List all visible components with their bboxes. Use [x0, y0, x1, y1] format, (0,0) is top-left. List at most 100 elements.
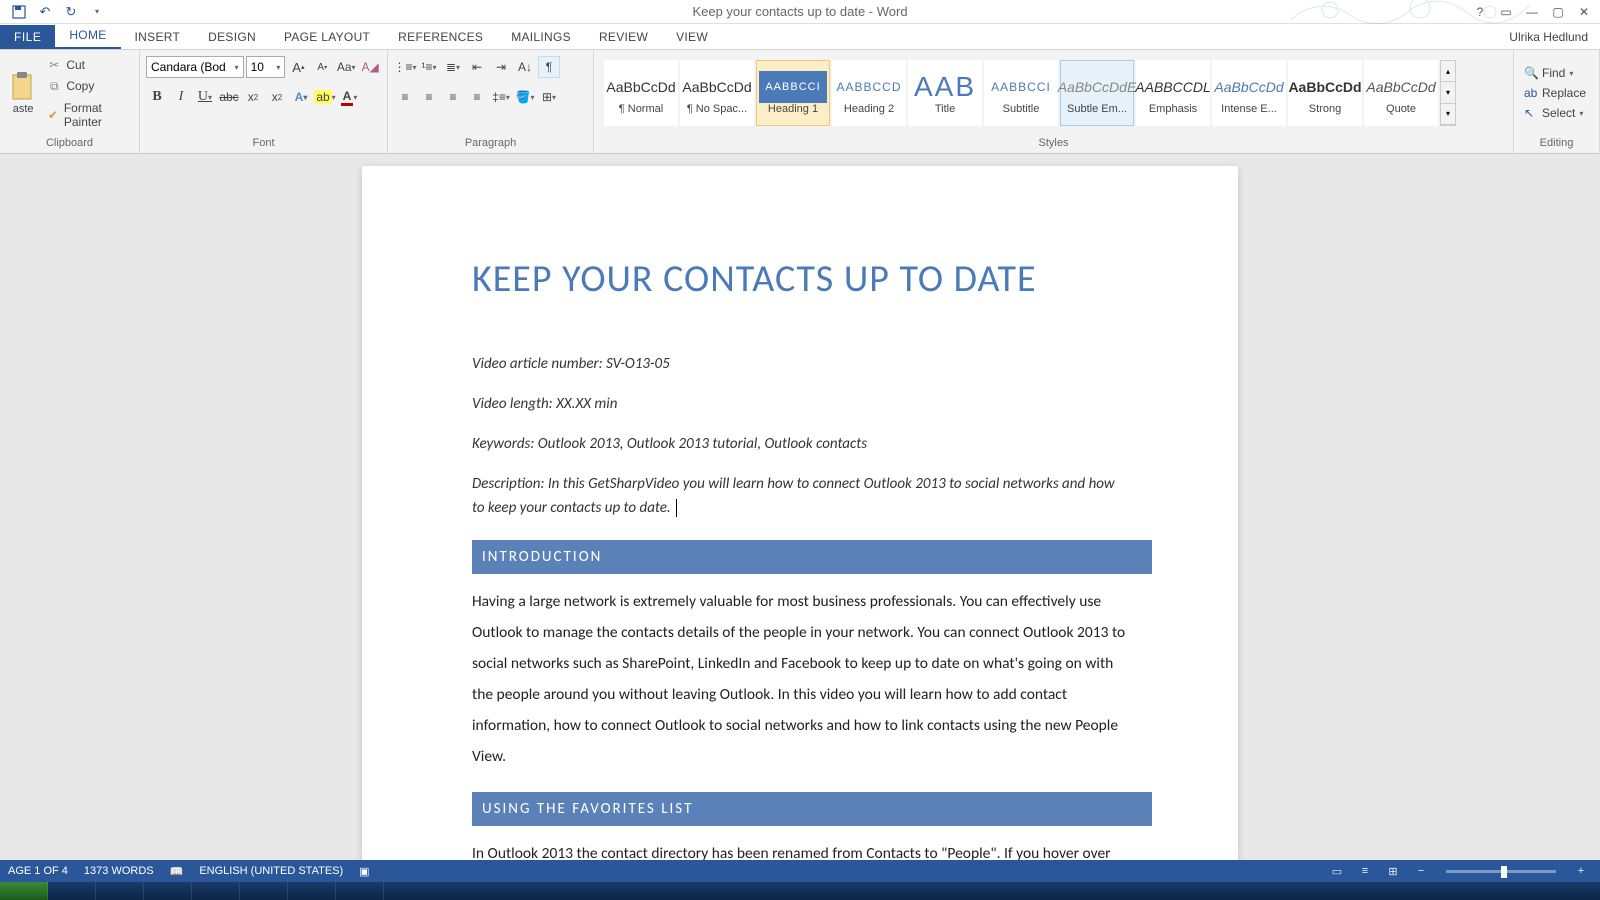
language-indicator[interactable]: ENGLISH (UNITED STATES) — [199, 865, 343, 877]
clear-formatting-button[interactable]: A◢ — [359, 56, 381, 78]
taskbar-app[interactable] — [192, 882, 240, 900]
select-button[interactable]: ↖Select▾ — [1520, 104, 1593, 122]
group-font: Candara (Bod▾ 10▾ A▴ A▾ Aa▾ A◢ B I U▾ ab… — [140, 50, 388, 153]
help-icon[interactable]: ? — [1468, 3, 1492, 21]
print-layout-icon[interactable]: ≡ — [1354, 862, 1376, 880]
underline-button[interactable]: U▾ — [194, 86, 216, 108]
macro-icon[interactable]: ▣ — [359, 865, 369, 878]
shrink-font-button[interactable]: A▾ — [311, 56, 333, 78]
text-effects-button[interactable]: A▾ — [290, 86, 312, 108]
paste-label: aste — [13, 103, 34, 115]
cut-button[interactable]: ✂Cut — [44, 56, 133, 74]
maximize-icon[interactable]: ▢ — [1546, 3, 1570, 21]
italic-button[interactable]: I — [170, 86, 192, 108]
paste-button[interactable]: aste — [6, 54, 40, 132]
tab-review[interactable]: REVIEW — [585, 25, 662, 49]
increase-indent-button[interactable]: ⇥ — [490, 56, 512, 78]
style-heading-2[interactable]: AABBCCDHeading 2 — [832, 60, 906, 126]
zoom-in-button[interactable]: + — [1570, 862, 1592, 880]
document-page[interactable]: KEEP YOUR CONTACTS UP TO DATE Video arti… — [362, 166, 1238, 876]
find-button[interactable]: 🔍Find▾ — [1520, 64, 1593, 82]
align-right-button[interactable]: ≡ — [442, 86, 464, 108]
taskbar-app[interactable] — [48, 882, 96, 900]
shading-button[interactable]: 🪣▾ — [514, 86, 536, 108]
style-strong[interactable]: AaBbCcDdStrong — [1288, 60, 1362, 126]
bullets-button[interactable]: ⋮≡▾ — [394, 56, 416, 78]
close-icon[interactable]: ✕ — [1572, 3, 1596, 21]
taskbar-app[interactable] — [240, 882, 288, 900]
style-heading-1[interactable]: AABBCCIHeading 1 — [756, 60, 830, 126]
show-marks-button[interactable]: ¶ — [538, 56, 560, 78]
taskbar-app[interactable] — [288, 882, 336, 900]
zoom-slider[interactable] — [1446, 870, 1556, 873]
zoom-thumb[interactable] — [1501, 866, 1507, 878]
meta-description: Description: In this GetSharpVideo you w… — [472, 472, 1128, 520]
numbering-button[interactable]: ¹≡▾ — [418, 56, 440, 78]
styles-up-icon[interactable]: ▴ — [1441, 61, 1455, 82]
style--no-spac-[interactable]: AaBbCcDd¶ No Spac... — [680, 60, 754, 126]
styles-down-icon[interactable]: ▾ — [1441, 82, 1455, 103]
justify-button[interactable]: ≡ — [466, 86, 488, 108]
document-area[interactable]: KEEP YOUR CONTACTS UP TO DATE Video arti… — [0, 154, 1600, 876]
sort-button[interactable]: A↓ — [514, 56, 536, 78]
style--normal[interactable]: AaBbCcDd¶ Normal — [604, 60, 678, 126]
format-painter-button[interactable]: ✔Format Painter — [44, 99, 133, 131]
change-case-button[interactable]: Aa▾ — [335, 56, 357, 78]
minimize-icon[interactable]: — — [1520, 3, 1544, 21]
line-spacing-button[interactable]: ‡≡▾ — [490, 86, 512, 108]
style-intense-e-[interactable]: AaBbCcDdIntense E... — [1212, 60, 1286, 126]
align-left-button[interactable]: ≡ — [394, 86, 416, 108]
highlight-button[interactable]: ab▾ — [314, 86, 336, 108]
subscript-button[interactable]: x2 — [242, 86, 264, 108]
taskbar-app[interactable] — [96, 882, 144, 900]
format-painter-icon: ✔ — [46, 108, 60, 122]
style-subtle-em-[interactable]: AaBbCcDdESubtle Em... — [1060, 60, 1134, 126]
style-title[interactable]: AABTitle — [908, 60, 982, 126]
start-button[interactable] — [0, 882, 48, 900]
meta-keywords: Keywords: Outlook 2013, Outlook 2013 tut… — [472, 432, 1128, 456]
tab-mailings[interactable]: MAILINGS — [497, 25, 585, 49]
qat-more-icon[interactable]: ▾ — [86, 2, 108, 22]
web-layout-icon[interactable]: ⊞ — [1382, 862, 1404, 880]
style-preview: AABBCCI — [991, 71, 1051, 103]
tab-file[interactable]: FILE — [0, 25, 55, 49]
taskbar-app[interactable] — [144, 882, 192, 900]
page-indicator[interactable]: AGE 1 OF 4 — [8, 865, 68, 877]
style-quote[interactable]: AaBbCcDdQuote — [1364, 60, 1438, 126]
redo-icon[interactable]: ↻ — [60, 2, 82, 22]
ribbon-options-icon[interactable]: ▭ — [1494, 3, 1518, 21]
tab-page-layout[interactable]: PAGE LAYOUT — [270, 25, 384, 49]
font-color-button[interactable]: A▾ — [338, 86, 360, 108]
copy-button[interactable]: ⧉Copy — [44, 77, 133, 96]
word-count[interactable]: 1373 WORDS — [84, 865, 154, 877]
tab-home[interactable]: HOME — [55, 23, 120, 49]
multilevel-button[interactable]: ≣▾ — [442, 56, 464, 78]
group-clipboard: aste ✂Cut ⧉Copy ✔Format Painter Clipboar… — [0, 50, 140, 153]
style-preview: AaBbCcDd — [1288, 71, 1361, 103]
style-emphasis[interactable]: AABBCCDLEmphasis — [1136, 60, 1210, 126]
read-mode-icon[interactable]: ▭ — [1326, 862, 1348, 880]
replace-button[interactable]: abReplace — [1520, 84, 1593, 102]
tab-design[interactable]: DESIGN — [194, 25, 270, 49]
save-icon[interactable] — [8, 2, 30, 22]
proofing-icon[interactable]: 📖 — [170, 865, 184, 878]
styles-more-icon[interactable]: ▾ — [1441, 104, 1455, 125]
undo-icon[interactable]: ↶ — [34, 2, 56, 22]
group-styles: AaBbCcDd¶ NormalAaBbCcDd¶ No Spac...AABB… — [594, 50, 1514, 153]
grow-font-button[interactable]: A▴ — [287, 56, 309, 78]
font-name-combo[interactable]: Candara (Bod▾ — [146, 56, 244, 78]
align-center-button[interactable]: ≡ — [418, 86, 440, 108]
style-subtitle[interactable]: AABBCCISubtitle — [984, 60, 1058, 126]
tab-references[interactable]: REFERENCES — [384, 25, 497, 49]
font-size-combo[interactable]: 10▾ — [246, 56, 286, 78]
zoom-out-button[interactable]: − — [1410, 862, 1432, 880]
tab-insert[interactable]: INSERT — [121, 25, 195, 49]
superscript-button[interactable]: x2 — [266, 86, 288, 108]
copy-label: Copy — [66, 79, 94, 93]
decrease-indent-button[interactable]: ⇤ — [466, 56, 488, 78]
taskbar-app[interactable] — [336, 882, 384, 900]
bold-button[interactable]: B — [146, 86, 168, 108]
tab-view[interactable]: VIEW — [662, 25, 722, 49]
borders-button[interactable]: ⊞▾ — [538, 86, 560, 108]
strikethrough-button[interactable]: abc — [218, 86, 240, 108]
